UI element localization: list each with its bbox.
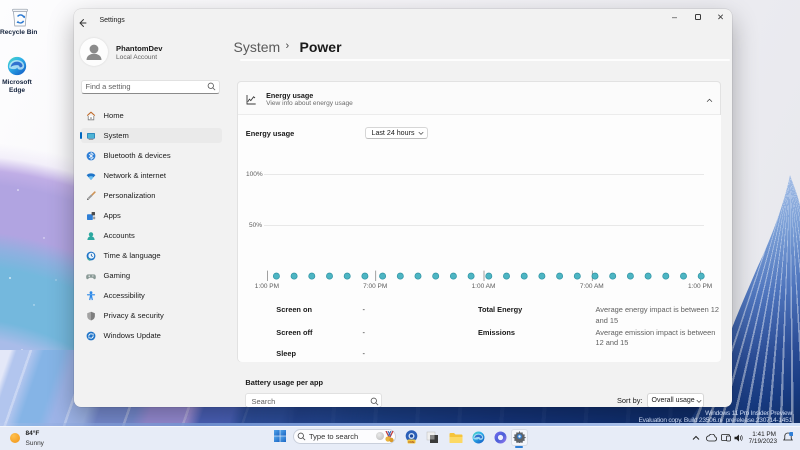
svg-text:FRE: FRE bbox=[408, 440, 414, 444]
